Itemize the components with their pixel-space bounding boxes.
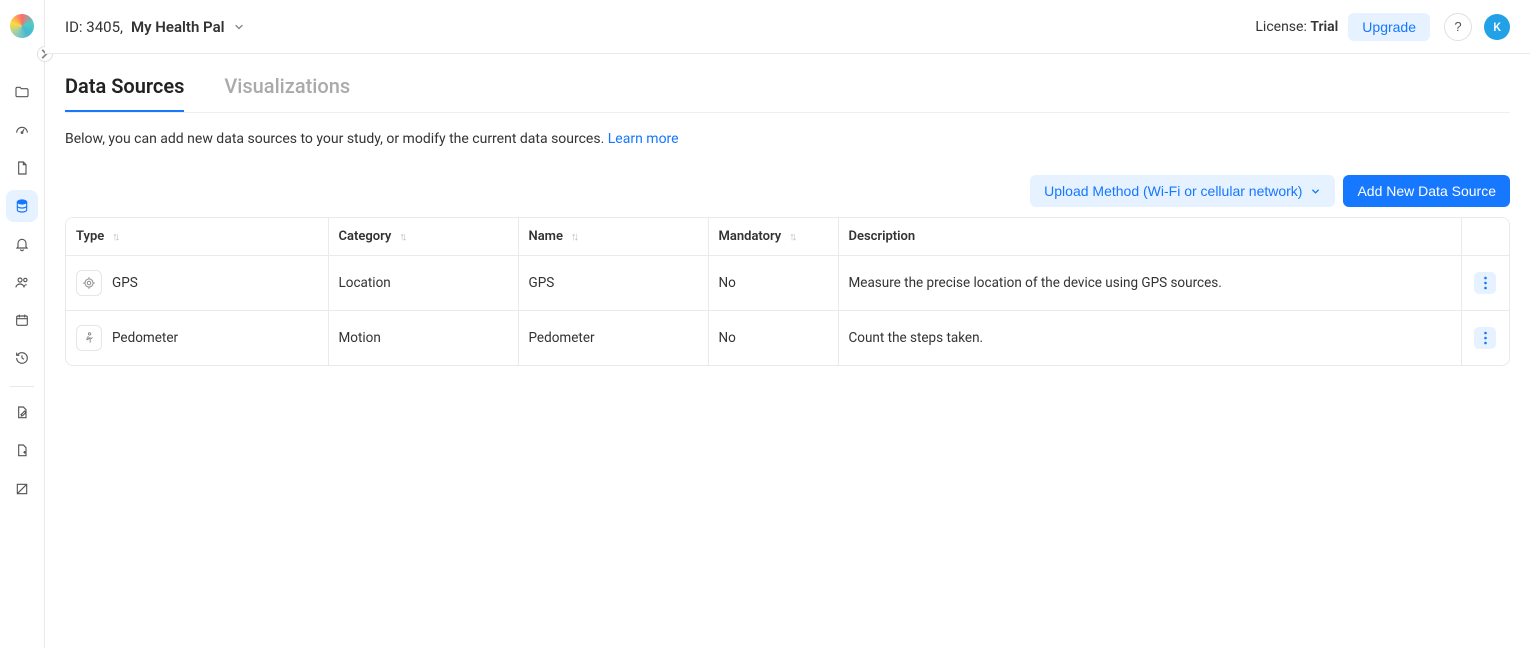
more-vertical-icon xyxy=(1484,276,1487,290)
cell-mandatory: No xyxy=(708,256,838,311)
sidebar-item-dashboard[interactable] xyxy=(6,114,38,146)
sidebar-item-notifications[interactable] xyxy=(6,228,38,260)
sidebar-item-add-doc[interactable] xyxy=(6,435,38,467)
action-row: Upload Method (Wi-Fi or cellular network… xyxy=(65,175,1510,207)
sort-icon: ↑↓ xyxy=(399,230,404,243)
folder-icon xyxy=(14,84,30,100)
tab-bar: Data Sources Visualizations xyxy=(65,74,1510,113)
sidebar-item-design[interactable] xyxy=(6,473,38,505)
cell-name: Pedometer xyxy=(518,311,708,366)
cell-name: GPS xyxy=(518,256,708,311)
sidebar-item-calendar[interactable] xyxy=(6,304,38,336)
gps-icon xyxy=(76,270,102,296)
more-vertical-icon xyxy=(1484,331,1487,345)
design-icon xyxy=(14,481,30,497)
sort-icon: ↑↓ xyxy=(789,230,794,243)
column-header-name[interactable]: Name↑↓ xyxy=(518,218,708,256)
cell-type: Pedometer xyxy=(112,330,178,346)
cell-type: GPS xyxy=(112,275,138,291)
add-doc-icon xyxy=(14,443,30,459)
upgrade-button[interactable]: Upgrade xyxy=(1348,13,1430,41)
study-selector[interactable]: ID: 3405, My Health Pal xyxy=(65,18,245,36)
table-row: GPS Location GPS No Measure the precise … xyxy=(66,256,1509,311)
row-actions-menu[interactable] xyxy=(1474,327,1496,349)
cell-category: Location xyxy=(328,256,518,311)
column-header-actions xyxy=(1461,218,1509,256)
column-header-description: Description xyxy=(838,218,1461,256)
edit-doc-icon xyxy=(14,405,30,421)
calendar-icon xyxy=(14,312,30,328)
row-actions-menu[interactable] xyxy=(1474,272,1496,294)
cell-description: Measure the precise location of the devi… xyxy=(838,256,1461,311)
bell-icon xyxy=(14,236,30,252)
sidebar-item-database[interactable] xyxy=(6,190,38,222)
upload-method-dropdown[interactable]: Upload Method (Wi-Fi or cellular network… xyxy=(1030,175,1335,207)
chevron-down-icon xyxy=(1310,186,1321,197)
study-id: ID: 3405, xyxy=(65,18,123,36)
column-header-mandatory[interactable]: Mandatory↑↓ xyxy=(708,218,838,256)
sidebar xyxy=(0,0,45,648)
sidebar-item-edit-doc[interactable] xyxy=(6,397,38,429)
chevron-down-icon xyxy=(233,21,245,33)
help-button[interactable]: ? xyxy=(1444,13,1472,41)
sidebar-item-history[interactable] xyxy=(6,342,38,374)
data-sources-table: Type↑↓ Category↑↓ Name↑↓ Mandatory↑↓ Des… xyxy=(65,217,1510,366)
main-content: Data Sources Visualizations Below, you c… xyxy=(45,54,1530,386)
user-avatar[interactable]: K xyxy=(1484,14,1510,40)
sort-icon: ↑↓ xyxy=(112,230,117,243)
app-logo[interactable] xyxy=(10,14,34,38)
column-header-category[interactable]: Category↑↓ xyxy=(328,218,518,256)
column-header-type[interactable]: Type↑↓ xyxy=(66,218,328,256)
sidebar-item-folder[interactable] xyxy=(6,76,38,108)
cell-description: Count the steps taken. xyxy=(838,311,1461,366)
sidebar-item-people[interactable] xyxy=(6,266,38,298)
gauge-icon xyxy=(14,122,30,138)
add-data-source-button[interactable]: Add New Data Source xyxy=(1343,175,1510,207)
document-icon xyxy=(14,160,30,176)
sidebar-divider xyxy=(10,386,34,387)
table-row: Pedometer Motion Pedometer No Count the … xyxy=(66,311,1509,366)
sidebar-item-document[interactable] xyxy=(6,152,38,184)
pedometer-icon xyxy=(76,325,102,351)
history-icon xyxy=(14,350,30,366)
learn-more-link[interactable]: Learn more xyxy=(608,131,679,147)
study-name: My Health Pal xyxy=(131,18,225,36)
people-icon xyxy=(14,274,30,290)
description-row: Below, you can add new data sources to y… xyxy=(65,131,1510,147)
sort-icon: ↑↓ xyxy=(571,230,576,243)
tab-visualizations[interactable]: Visualizations xyxy=(224,74,350,112)
license-status: License: Trial xyxy=(1255,19,1338,35)
header-bar: ID: 3405, My Health Pal License: Trial U… xyxy=(45,0,1530,54)
description-text: Below, you can add new data sources to y… xyxy=(65,131,604,147)
cell-mandatory: No xyxy=(708,311,838,366)
database-icon xyxy=(14,198,30,214)
tab-data-sources[interactable]: Data Sources xyxy=(65,74,184,112)
cell-category: Motion xyxy=(328,311,518,366)
